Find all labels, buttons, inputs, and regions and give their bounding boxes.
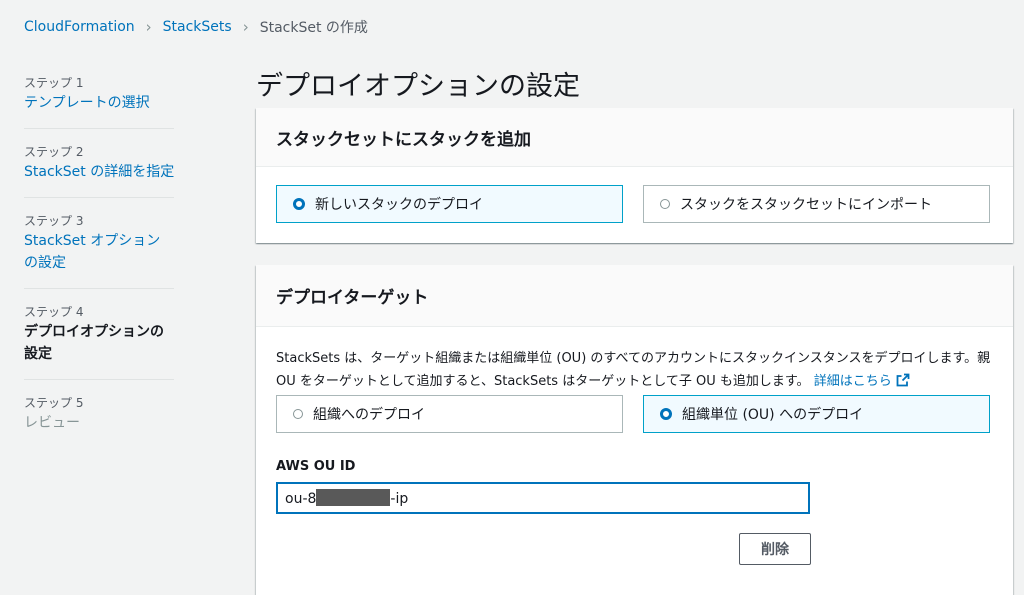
ou-id-suffix: -ip [390, 491, 409, 507]
radio-deploy-ou[interactable]: 組織単位 (OU) へのデプロイ [643, 395, 990, 433]
learn-more-label: 詳細はこちら [813, 374, 892, 389]
radio-deploy-organization[interactable]: 組織へのデプロイ [276, 395, 623, 433]
panel-header: デプロイターゲット [256, 265, 1013, 327]
radio-deploy-new-stacks[interactable]: 新しいスタックのデプロイ [276, 185, 623, 223]
page-title: デプロイオプションの設定 [256, 71, 580, 102]
step-number: ステップ 4 [24, 305, 84, 319]
step-link-stackset-details[interactable]: StackSet の詳細を指定 [24, 161, 184, 183]
radio-import-stacks[interactable]: スタックをスタックセットにインポート [643, 185, 990, 223]
step-number: ステップ 1 [24, 76, 84, 90]
radio-unselected-icon [293, 409, 303, 419]
panel-title: デプロイターゲット [276, 288, 429, 308]
external-link-icon [896, 373, 910, 387]
step-1: ステップ 1 テンプレートの選択 [24, 74, 184, 114]
step-link-stackset-options[interactable]: StackSet オプションの設定 [24, 230, 174, 274]
step-2: ステップ 2 StackSet の詳細を指定 [24, 143, 184, 183]
step-number: ステップ 2 [24, 145, 84, 159]
radio-label: 組織へのデプロイ [313, 407, 425, 423]
redacted-block [316, 489, 391, 506]
step-5: ステップ 5 レビュー [24, 394, 184, 434]
radio-group: 新しいスタックのデプロイ スタックをスタックセットにインポート [256, 185, 1013, 223]
panel-title: スタックセットにスタックを追加 [276, 129, 531, 150]
radio-label: 新しいスタックのデプロイ [315, 197, 483, 213]
chevron-right-icon: › [242, 18, 249, 36]
step-review: レビュー [24, 415, 80, 431]
radio-selected-icon [293, 198, 305, 210]
ou-id-prefix: ou-8 [285, 491, 317, 507]
divider [24, 379, 174, 380]
deploy-target-description: StackSets は、ターゲット組織または組織単位 (OU) のすべてのアカウ… [256, 327, 1013, 393]
step-number: ステップ 3 [24, 214, 84, 228]
divider [24, 288, 174, 289]
panel-header: スタックセットにスタックを追加 [256, 108, 1013, 167]
radio-label: スタックをスタックセットにインポート [680, 197, 932, 213]
radio-unselected-icon [660, 199, 670, 209]
divider [24, 197, 174, 198]
add-stacks-panel: スタックセットにスタックを追加 新しいスタックのデプロイ スタックをスタックセッ… [256, 108, 1013, 243]
breadcrumb-current: StackSet の作成 [259, 20, 368, 36]
ou-id-label: AWS OU ID [276, 459, 356, 474]
deploy-target-panel: デプロイターゲット StackSets は、ターゲット組織または組織単位 (OU… [256, 265, 1013, 595]
ou-id-input[interactable]: ou-8 -ip [276, 482, 810, 514]
learn-more-link[interactable]: 詳細はこちら [813, 373, 910, 389]
step-current-deploy-options: デプロイオプションの設定 [24, 324, 164, 362]
divider [24, 128, 174, 129]
ou-id-value: ou-8 -ip [285, 489, 408, 507]
chevron-right-icon: › [145, 18, 152, 36]
breadcrumb: CloudFormation › StackSets › StackSet の作… [24, 17, 368, 37]
radio-label: 組織単位 (OU) へのデプロイ [682, 407, 864, 423]
step-number: ステップ 5 [24, 396, 84, 410]
breadcrumb-stacksets[interactable]: StackSets [163, 19, 232, 35]
radio-group: 組織へのデプロイ 組織単位 (OU) へのデプロイ [256, 395, 1013, 433]
remove-button[interactable]: 削除 [739, 533, 811, 565]
breadcrumb-cloudformation[interactable]: CloudFormation [24, 19, 135, 35]
step-link-select-template[interactable]: テンプレートの選択 [24, 92, 184, 114]
wizard-steps: ステップ 1 テンプレートの選択 ステップ 2 StackSet の詳細を指定 … [24, 74, 184, 434]
radio-selected-icon [660, 408, 672, 420]
step-3: ステップ 3 StackSet オプションの設定 [24, 212, 184, 274]
step-4: ステップ 4 デプロイオプションの設定 [24, 303, 184, 365]
